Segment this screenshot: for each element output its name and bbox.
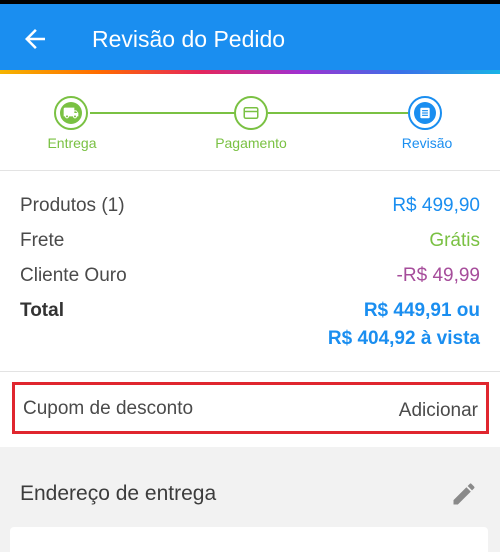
divider	[0, 371, 500, 372]
total-value: R$ 449,91 ou	[363, 300, 480, 321]
products-value: R$ 499,90	[392, 195, 480, 216]
edit-pencil-icon[interactable]	[450, 480, 478, 508]
step-revisao[interactable]	[408, 96, 442, 130]
total-label: Total	[20, 300, 64, 321]
summary-total-row: Total R$ 449,91 ou R$ 404,92 à vista	[20, 299, 480, 359]
member-discount-value: -R$ 49,99	[396, 265, 480, 286]
step-connector	[268, 112, 408, 114]
coupon-label: Cupom de desconto	[23, 398, 194, 419]
step-pagamento[interactable]	[234, 96, 268, 130]
step-connector	[90, 112, 235, 114]
truck-icon	[60, 102, 82, 124]
step-label-pagamento: Pagamento	[215, 135, 287, 151]
add-coupon-button[interactable]: Adicionar	[399, 400, 478, 422]
credit-card-icon	[240, 102, 262, 124]
step-label-entrega: Entrega	[47, 135, 97, 151]
shipping-label: Frete	[20, 230, 65, 251]
list-icon	[414, 102, 436, 124]
address-card[interactable]	[10, 527, 488, 552]
checkout-stepper: Entrega Pagamento Revisão	[0, 74, 500, 170]
member-discount-label: Cliente Ouro	[20, 265, 127, 286]
products-label: Produtos (1)	[20, 195, 125, 216]
total-cash-value: R$ 404,92 à vista	[327, 328, 480, 349]
back-arrow-icon[interactable]	[20, 24, 50, 54]
step-label-revisao: Revisão	[401, 135, 453, 151]
step-entrega[interactable]	[54, 96, 88, 130]
page-title: Revisão do Pedido	[92, 26, 286, 52]
coupon-row[interactable]: Cupom de desconto Adicionar	[12, 382, 489, 434]
shipping-value: Grátis	[429, 230, 480, 251]
divider	[0, 170, 500, 171]
address-title: Endereço de entrega	[20, 482, 217, 505]
app-bar: Revisão do Pedido	[0, 4, 500, 70]
